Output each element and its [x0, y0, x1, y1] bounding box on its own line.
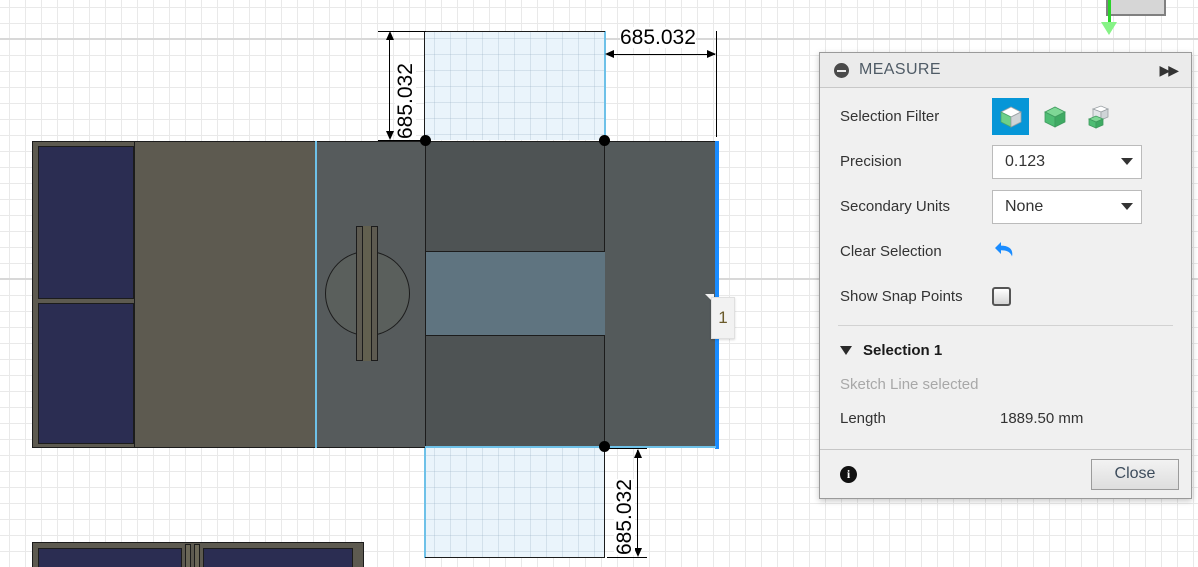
- filter-component-icon[interactable]: [1080, 98, 1117, 135]
- sketch-plane-bottom[interactable]: [425, 448, 605, 558]
- row-precision: Precision 0.123: [820, 139, 1191, 184]
- clear-selection-control: [992, 238, 1173, 266]
- info-icon[interactable]: i: [840, 465, 857, 483]
- show-snap-points-label: Show Snap Points: [840, 288, 963, 305]
- row-secondary-units: Secondary Units None: [820, 184, 1191, 229]
- knob-handle-inner[interactable]: [362, 226, 372, 361]
- clear-selection-label: Clear Selection: [840, 243, 942, 260]
- sketch-edge-highlight: [315, 141, 317, 448]
- row-clear-selection: Clear Selection: [820, 229, 1191, 274]
- model-body-right-slab[interactable]: [604, 141, 718, 448]
- sketch-plane-grid: [425, 31, 605, 140]
- secondary-units-control: None: [992, 189, 1173, 224]
- dim-arrow-left-icon: [605, 50, 614, 58]
- selection-section-title: Selection 1: [863, 342, 943, 359]
- dim-value-bottom-vertical[interactable]: 685.032: [613, 479, 636, 555]
- model-face-highlighted[interactable]: [425, 251, 605, 336]
- sketch-plane-right-edge: [604, 448, 605, 558]
- dim-line: [607, 54, 715, 55]
- dim-value-top-vertical[interactable]: 685.032: [394, 63, 417, 139]
- show-snap-points-checkbox[interactable]: [992, 287, 1011, 306]
- minus-circle-icon[interactable]: [834, 62, 849, 78]
- bottom-divider-strut: [194, 544, 200, 567]
- marker-callout-label: 1: [718, 308, 728, 327]
- close-button[interactable]: Close: [1091, 458, 1179, 490]
- solar-panel-upper[interactable]: [38, 146, 134, 299]
- precision-select[interactable]: 0.123: [992, 144, 1142, 179]
- snap-point[interactable]: [599, 135, 610, 146]
- selection-filter-label: Selection Filter: [840, 108, 940, 125]
- selected-sketch-line[interactable]: [715, 141, 719, 449]
- dim-arrow-right-icon: [707, 50, 716, 58]
- dialog-header[interactable]: MEASURE ▶▶: [820, 53, 1191, 88]
- dim-arrow-up-icon: [386, 31, 394, 40]
- marker-callout-1[interactable]: 1: [711, 297, 735, 339]
- dialog-footer: i Close: [820, 449, 1191, 498]
- dim-line: [637, 450, 638, 555]
- dialog-divider: [838, 325, 1173, 326]
- chevron-down-icon: [1121, 158, 1133, 165]
- chevron-down-icon: [1121, 203, 1133, 210]
- sketch-plane-edge: [604, 31, 606, 141]
- measurement-result-row: Length 1889.50 mm: [820, 402, 1191, 441]
- secondary-units-label: Secondary Units: [840, 198, 951, 215]
- sketch-plane-bottom-edge: [425, 557, 605, 558]
- sketch-plane-top[interactable]: [425, 31, 605, 140]
- sketch-plane-top-edge: [425, 31, 605, 32]
- dim-value-top-horizontal[interactable]: 685.032: [620, 27, 696, 48]
- double-arrow-right-icon[interactable]: ▶▶: [1159, 62, 1181, 79]
- measure-dialog[interactable]: MEASURE ▶▶ Selection Filter Precision 0.…: [819, 52, 1192, 499]
- precision-value: 0.123: [1005, 152, 1046, 170]
- solar-panel-bottom-right[interactable]: [203, 548, 353, 567]
- secondary-units-select[interactable]: None: [992, 189, 1142, 224]
- selection-section-header[interactable]: Selection 1: [820, 332, 1191, 367]
- bottom-divider-strut: [185, 544, 191, 567]
- show-snap-points-control: [992, 287, 1173, 306]
- filter-face-icon[interactable]: [992, 98, 1029, 135]
- y-axis-arrow-icon: [1101, 22, 1117, 35]
- filter-body-icon[interactable]: [1036, 98, 1073, 135]
- y-axis-line-icon: [1108, 0, 1111, 24]
- dim-line: [389, 33, 390, 138]
- dim-arrow-down-icon: [386, 131, 394, 140]
- dim-ext-line: [716, 31, 717, 137]
- selection-filter-controls: [992, 98, 1173, 135]
- precision-control: 0.123: [992, 144, 1173, 179]
- row-selection-filter: Selection Filter: [820, 94, 1191, 139]
- triangle-down-icon: [840, 346, 852, 355]
- row-show-snap-points: Show Snap Points: [820, 274, 1191, 319]
- dim-ext-line: [607, 557, 647, 558]
- dialog-title: MEASURE: [859, 61, 941, 78]
- undo-arrow-icon[interactable]: [992, 238, 1019, 266]
- selection-hint: Sketch Line selected: [840, 376, 979, 393]
- sketch-plane-edge: [424, 448, 426, 558]
- dim-ext-line: [378, 140, 426, 141]
- info-icon-glyph: i: [846, 466, 851, 481]
- solar-panel-bottom-left[interactable]: [38, 548, 182, 567]
- dim-arrow-up-icon: [634, 449, 642, 458]
- length-value: 1889.50 mm: [1000, 410, 1084, 427]
- precision-label: Precision: [840, 153, 902, 170]
- secondary-units-value: None: [1005, 197, 1044, 215]
- sketch-edge-highlight: [425, 446, 716, 448]
- snap-point[interactable]: [599, 441, 610, 452]
- sketch-plane-left-edge: [424, 31, 425, 141]
- view-cube[interactable]: [1106, 0, 1166, 16]
- length-label: Length: [840, 410, 886, 427]
- dialog-body: Selection Filter Precision 0.123 Seconda…: [820, 88, 1191, 449]
- model-body-left[interactable]: [134, 141, 316, 448]
- solar-panel-lower[interactable]: [38, 303, 134, 444]
- sketch-plane-grid: [425, 448, 605, 558]
